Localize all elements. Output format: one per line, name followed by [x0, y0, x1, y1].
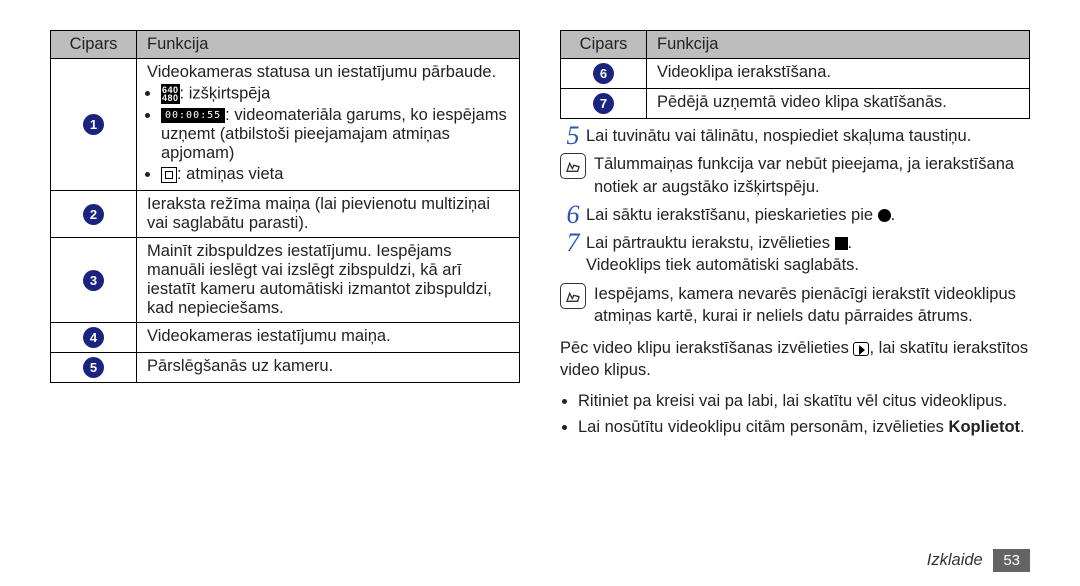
post-bullets: Ritiniet pa kreisi vai pa labi, lai skat…	[578, 390, 1030, 443]
row1-intro: Videokameras statusa un iestatījumu pārb…	[147, 63, 509, 82]
icon-table-left: Cipars Funkcija 1 Videokameras statusa u…	[50, 30, 520, 383]
memory-icon	[161, 167, 177, 183]
number-badge: 1	[83, 114, 104, 135]
record-icon	[878, 209, 891, 222]
icon-table-right: Cipars Funkcija 6 Videoklipa ierakstīšan…	[560, 30, 1030, 119]
after-record-para: Pēc video klipu ierakstīšanas izvēlietie…	[560, 337, 1030, 382]
left-column: Cipars Funkcija 1 Videokameras statusa u…	[50, 30, 520, 572]
number-badge: 7	[593, 93, 614, 114]
th-funkcija: Funkcija	[137, 31, 520, 59]
step-number: 7	[560, 232, 586, 254]
number-badge: 6	[593, 63, 614, 84]
koplietot-label: Koplietot	[949, 418, 1021, 436]
table-row: 5 Pārslēgšanās uz kameru.	[51, 353, 520, 383]
step-6: 6 Lai sāktu ierakstīšanu, pieskarieties …	[560, 204, 1030, 226]
step-5: 5 Lai tuvinātu vai tālinātu, nospiediet …	[560, 125, 1030, 147]
step-number: 5	[560, 125, 586, 147]
footer-section: Izklaide	[927, 551, 983, 569]
note-icon	[560, 153, 586, 179]
number-badge: 2	[83, 204, 104, 225]
note-zoom: Tālummaiņas funkcija var nebūt pieejama,…	[560, 153, 1030, 198]
footer-page-number: 53	[993, 549, 1030, 572]
play-icon	[853, 342, 869, 356]
number-badge: 4	[83, 327, 104, 348]
table-row: 2 Ieraksta režīma maiņa (lai pievienotu …	[51, 191, 520, 238]
number-badge: 3	[83, 270, 104, 291]
number-badge: 5	[83, 357, 104, 378]
page-footer: Izklaide 53	[560, 541, 1030, 572]
table-row: 6 Videoklipa ierakstīšana.	[561, 59, 1030, 89]
table-row: 3 Mainīt zibspuldzes iestatījumu. Iespēj…	[51, 238, 520, 323]
row1-bullets: 640480: izšķirtspēja 00:00:55: videomate…	[161, 84, 509, 184]
th-funkcija: Funkcija	[647, 31, 1030, 59]
resolution-icon: 640480	[161, 84, 180, 104]
note-sdcard: Iespējams, kamera nevarēs pienācīgi iera…	[560, 283, 1030, 328]
note-icon	[560, 283, 586, 309]
table-row: 1 Videokameras statusa un iestatījumu pā…	[51, 59, 520, 191]
stop-icon	[835, 237, 848, 250]
right-column: Cipars Funkcija 6 Videoklipa ierakstīšan…	[560, 30, 1030, 572]
table-row: 4 Videokameras iestatījumu maiņa.	[51, 323, 520, 353]
step-7: 7 Lai pārtrauktu ierakstu, izvēlieties .…	[560, 232, 1030, 277]
duration-icon: 00:00:55	[161, 108, 225, 123]
th-cipars: Cipars	[51, 31, 137, 59]
step-number: 6	[560, 204, 586, 226]
th-cipars: Cipars	[561, 31, 647, 59]
table-row: 7 Pēdējā uzņemtā video klipa skatīšanās.	[561, 89, 1030, 119]
